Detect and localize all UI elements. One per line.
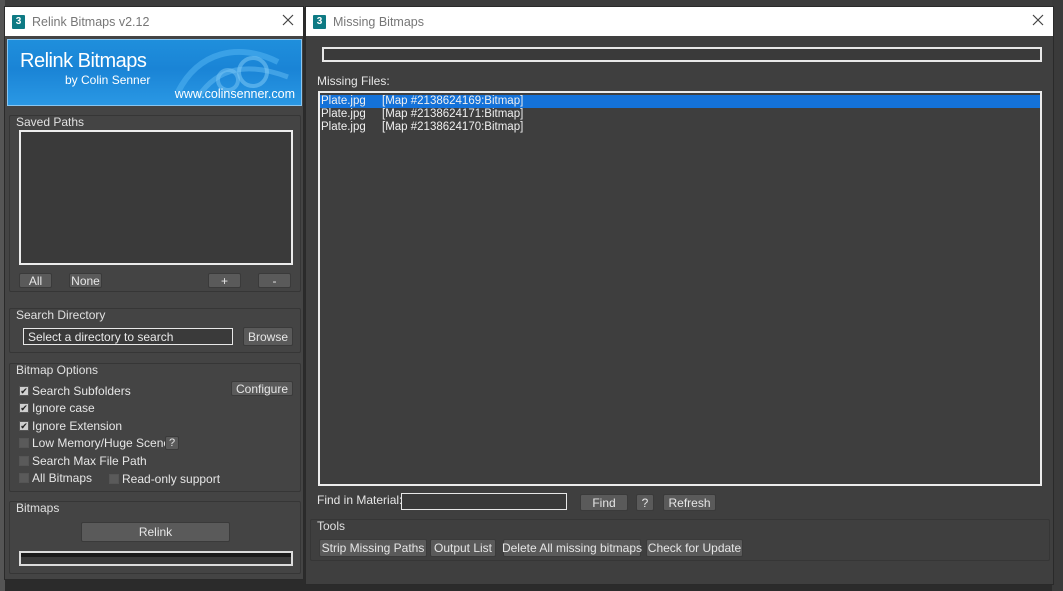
3dsmax-app-icon: 3 [313,14,326,29]
file-name: Plate.jpg [321,95,366,107]
all-bitmaps-option[interactable]: All Bitmaps [19,471,92,485]
saved-paths-group: Saved Paths All None + - [9,115,301,292]
add-path-button[interactable]: + [208,273,241,288]
tools-group: Tools Strip Missing Paths Output List De… [310,519,1050,561]
checkbox-unchecked-icon[interactable] [19,456,29,466]
low-memory-option[interactable]: Low Memory/Huge Scene [19,436,170,450]
3dsmax-app-icon: 3 [12,14,25,29]
missing-progress-bar [322,47,1042,62]
search-directory-group: Search Directory Select a directory to s… [9,308,301,353]
bitmaps-group: Bitmaps Relink [9,501,301,574]
option-label: Low Memory/Huge Scene [32,436,171,450]
strip-missing-paths-button[interactable]: Strip Missing Paths [319,539,427,557]
search-directory-label: Search Directory [16,308,106,322]
checkbox-checked-icon[interactable]: ✔ [19,421,29,431]
option-label: Read-only support [122,472,221,486]
list-item[interactable]: Plate.jpg [Map #2138624170:Bitmap] [320,121,1040,134]
search-subfolders-option[interactable]: ✔ Search Subfolders [19,384,131,398]
checkbox-unchecked-icon[interactable] [19,438,29,448]
ignore-extension-option[interactable]: ✔ Ignore Extension [19,419,122,433]
read-only-support-option[interactable]: Read-only support [109,472,220,486]
option-label: Search Subfolders [32,384,131,398]
window-title: Missing Bitmaps [333,14,424,29]
banner-title: Relink Bitmaps [20,50,147,72]
option-label: All Bitmaps [32,471,93,485]
banner-byline: by Colin Senner [65,73,151,87]
browse-button[interactable]: Browse [243,327,293,346]
relink-banner: Relink Bitmaps by Colin Senner www.colin… [7,39,302,106]
list-item[interactable]: Plate.jpg [Map #2138624169:Bitmap] [320,95,1040,108]
low-memory-help-button[interactable]: ? [165,436,179,450]
saved-paths-label: Saved Paths [16,115,85,129]
find-help-button[interactable]: ? [636,494,654,511]
saved-paths-list[interactable] [19,130,293,265]
file-name: Plate.jpg [321,108,366,120]
checkbox-checked-icon[interactable]: ✔ [19,403,29,413]
missing-bitmaps-window: 3 Missing Bitmaps Missing Files: Plate.j… [305,6,1054,585]
relink-titlebar[interactable]: 3 Relink Bitmaps v2.12 [5,7,303,36]
delete-all-missing-bitmaps-button[interactable]: Delete All missing bitmaps [502,539,642,557]
check-for-update-button[interactable]: Check for Update [646,539,743,557]
file-map: [Map #2138624170:Bitmap] [382,121,524,133]
search-max-file-path-option[interactable]: Search Max File Path [19,454,147,468]
file-map: [Map #2138624169:Bitmap] [382,95,524,107]
banner-url[interactable]: www.colinsenner.com [175,87,295,101]
find-button[interactable]: Find [580,494,628,511]
file-name: Plate.jpg [321,121,366,133]
find-in-material-label: Find in Material: [317,493,403,507]
progress-fill [21,553,291,558]
select-none-button[interactable]: None [69,273,102,288]
directory-input[interactable]: Select a directory to search [23,328,233,345]
relink-progress-bar [19,551,293,566]
list-item[interactable]: Plate.jpg [Map #2138624171:Bitmap] [320,108,1040,121]
bitmap-options-label: Bitmap Options [16,363,99,377]
file-map: [Map #2138624171:Bitmap] [382,108,524,120]
option-label: Ignore case [32,401,95,415]
refresh-button[interactable]: Refresh [663,494,716,511]
checkbox-checked-icon[interactable]: ✔ [19,386,29,396]
checkbox-unchecked-icon[interactable] [19,473,29,483]
option-label: Ignore Extension [32,419,123,433]
output-list-button[interactable]: Output List [430,539,496,557]
configure-button[interactable]: Configure [231,381,293,396]
remove-path-button[interactable]: - [258,273,291,288]
missing-files-list[interactable]: Plate.jpg [Map #2138624169:Bitmap] Plate… [318,91,1042,486]
ignore-case-option[interactable]: ✔ Ignore case [19,401,95,415]
bitmaps-label: Bitmaps [16,501,60,515]
window-title: Relink Bitmaps v2.12 [32,14,150,29]
missing-titlebar[interactable]: 3 Missing Bitmaps [306,7,1053,36]
relink-bitmaps-window: 3 Relink Bitmaps v2.12 Relink Bitmaps by… [4,6,304,580]
select-all-button[interactable]: All [19,273,52,288]
close-icon[interactable] [1031,13,1045,27]
bitmap-options-group: Bitmap Options Configure ✔ Search Subfol… [9,363,301,492]
find-in-material-input[interactable] [401,493,567,510]
missing-files-label: Missing Files: [317,74,390,88]
tools-label: Tools [317,519,346,533]
relink-button[interactable]: Relink [81,522,230,542]
checkbox-unchecked-icon[interactable] [109,474,119,484]
option-label: Search Max File Path [32,454,147,468]
close-icon[interactable] [281,13,295,27]
